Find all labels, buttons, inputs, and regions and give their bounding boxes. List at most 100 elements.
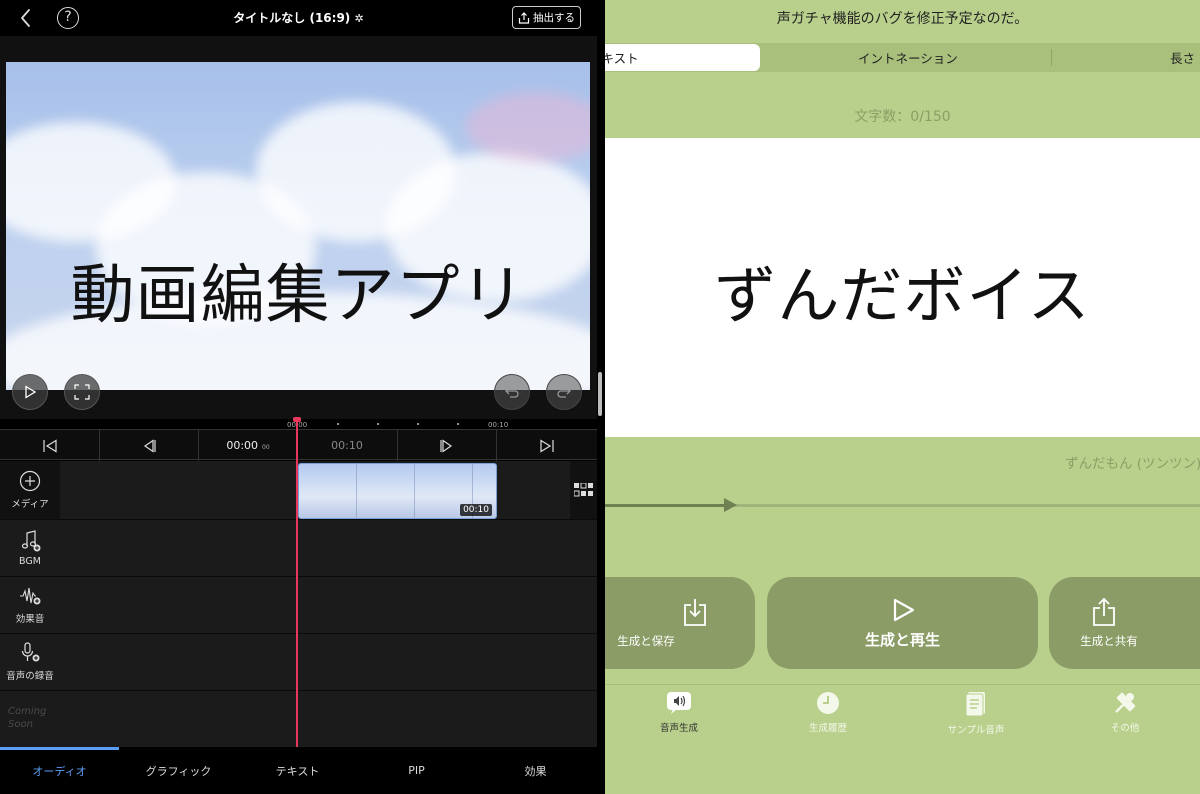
coming-soon-label: Coming Soon	[8, 705, 46, 731]
video-preview[interactable]: 動画編集アプリ	[6, 62, 590, 390]
skip-to-end-button[interactable]	[497, 430, 597, 461]
speaker-icon	[667, 692, 691, 714]
track-label: 音声の録音	[6, 671, 54, 682]
timeline-tracks: メディア 00:10 BGM 効果音 音声の録音 Coming Soon	[0, 461, 597, 749]
prev-frame-button[interactable]	[100, 430, 198, 461]
track-voice-recording[interactable]: 音声の録音	[0, 634, 597, 691]
tab-audio[interactable]: オーディオ	[0, 747, 119, 794]
speed-slider-thumb[interactable]	[724, 498, 737, 512]
tab-label: その他	[1110, 723, 1140, 734]
track-voice-header[interactable]: 音声の録音	[0, 634, 60, 690]
split-view-handle[interactable]	[598, 372, 602, 416]
track-label: 効果音	[15, 614, 45, 625]
tab-effects[interactable]: 効果	[476, 747, 595, 794]
track-sfx-header[interactable]: 効果音	[0, 577, 60, 633]
segment-separator	[1051, 49, 1052, 66]
extract-label: 抽出する	[533, 12, 575, 24]
tab-label: サンプル音声	[947, 725, 1005, 736]
segment-text-label: テキスト	[605, 51, 639, 66]
editor-bottom-tabs: オーディオ グラフィック テキスト PIP 効果	[0, 747, 597, 794]
track-media[interactable]: メディア 00:10	[0, 461, 597, 520]
fullscreen-button[interactable]	[64, 374, 100, 410]
track-bgm[interactable]: BGM	[0, 520, 597, 577]
next-frame-button[interactable]	[398, 430, 496, 461]
action-label: 生成と保存	[617, 634, 675, 648]
project-title[interactable]: タイトルなし (16:9) ✲	[0, 9, 597, 26]
tools-icon	[1115, 692, 1136, 713]
preview-title-text: 動画編集アプリ	[70, 259, 526, 333]
timecode-frames: 00	[262, 444, 270, 451]
tab-text[interactable]: テキスト	[238, 747, 357, 794]
transport-bar: 00:00 00 00:10	[0, 429, 597, 461]
redo-button[interactable]	[546, 374, 582, 410]
download-icon	[684, 599, 706, 626]
generate-and-share-button[interactable]: 生成と共有	[1049, 577, 1200, 669]
extract-button[interactable]: 抽出する	[512, 6, 581, 29]
thumbnail-grid-button[interactable]	[570, 461, 597, 519]
export-icon	[518, 11, 530, 24]
track-media-header[interactable]: メディア	[0, 461, 60, 519]
clock-icon	[817, 692, 839, 714]
notice-banner: 声ガチャ機能のバグを修正予定なのだ。	[776, 11, 1029, 27]
segment-length-label: 長さ	[1170, 51, 1196, 66]
ruler-end: 00:10	[488, 421, 509, 429]
tab-graphics[interactable]: グラフィック	[119, 747, 238, 794]
tab-label: 音声生成	[659, 723, 698, 734]
grid-icon	[573, 483, 593, 497]
tab-generation-history[interactable]: 生成履歴	[768, 691, 888, 734]
skip-to-start-button[interactable]	[0, 430, 99, 461]
music-note-icon	[21, 529, 41, 551]
editor-top-bar: ? タイトルなし (16:9) ✲ 抽出する	[0, 0, 597, 36]
segmented-control: テキスト イントネーション 長さ	[605, 43, 1200, 72]
ruler-tick	[457, 423, 459, 425]
microphone-icon	[21, 642, 40, 662]
text-input-content[interactable]: ずんだボイス	[605, 245, 1200, 335]
track-bgm-header[interactable]: BGM	[0, 520, 60, 576]
skip-end-icon	[540, 438, 554, 453]
voice-tab-bar: 音声生成 生成履歴 サンプル音声 その他	[605, 684, 1200, 794]
segment-length[interactable]: 長さ	[1170, 43, 1200, 72]
action-label: 生成と再生	[864, 630, 940, 649]
step-back-icon	[143, 438, 156, 453]
generate-and-save-button[interactable]: 生成と保存	[605, 577, 755, 669]
coming-soon-line1: Coming	[8, 706, 47, 717]
ruler-tick	[417, 423, 419, 425]
tab-sample-voices[interactable]: サンプル音声	[916, 691, 1036, 736]
skip-start-icon	[42, 438, 57, 453]
current-timecode: 00:00 00	[199, 430, 297, 461]
track-sound-effects[interactable]: 効果音	[0, 577, 597, 634]
tab-label: 生成履歴	[808, 723, 847, 734]
tab-pip[interactable]: PIP	[357, 747, 476, 794]
plus-circle-icon	[19, 470, 41, 492]
track-label: BGM	[19, 555, 41, 567]
waveform-icon	[20, 587, 41, 605]
end-timecode: 00:10	[298, 430, 396, 461]
tab-other[interactable]: その他	[1065, 691, 1185, 734]
redo-icon	[557, 387, 571, 398]
gear-icon: ✲	[354, 12, 364, 25]
voice-app-pane: 声ガチャ機能のバグを修正予定なのだ。 テキスト イントネーション 長さ 文字数：…	[605, 0, 1200, 794]
ruler-tick	[337, 423, 339, 425]
play-icon	[893, 598, 914, 621]
action-label: 生成と共有	[1080, 634, 1138, 648]
segment-intonation[interactable]: イントネーション	[760, 43, 1200, 72]
clip-duration: 00:10	[460, 504, 492, 516]
segment-intonation-label: イントネーション	[858, 51, 958, 66]
expand-icon	[74, 384, 90, 400]
playhead-handle[interactable]	[293, 417, 301, 422]
segment-text[interactable]: テキスト	[605, 43, 760, 72]
undo-button[interactable]	[494, 374, 530, 410]
playhead[interactable]	[296, 419, 298, 747]
tab-voice-generation[interactable]: 音声生成	[619, 691, 739, 734]
project-title-text: タイトルなし (16:9)	[233, 11, 351, 25]
ruler-tick	[377, 423, 379, 425]
speaker-selector[interactable]: ずんだもん (ツンツン)	[1065, 452, 1200, 472]
play-button[interactable]	[12, 374, 48, 410]
video-editor-pane: ? タイトルなし (16:9) ✲ 抽出する 動画編集アプリ 00:10 00:…	[0, 0, 597, 794]
video-clip[interactable]: 00:10	[298, 463, 497, 519]
timecode-end: 00:10	[331, 439, 363, 452]
undo-icon	[505, 387, 519, 398]
track-label: メディア	[11, 499, 49, 510]
coming-soon-line2: Soon	[8, 719, 33, 730]
generate-and-play-button[interactable]: 生成と再生	[767, 577, 1038, 669]
